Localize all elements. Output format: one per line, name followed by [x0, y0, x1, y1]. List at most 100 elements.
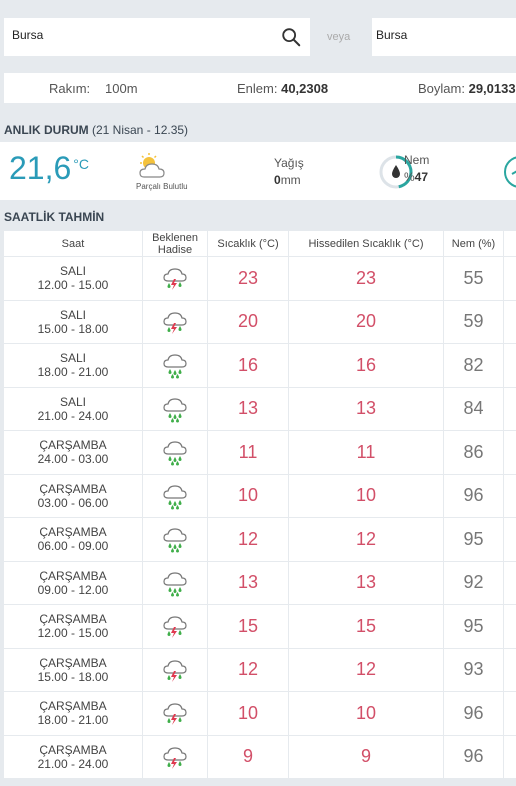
table-row: ÇARŞAMBA 03.00 - 06.00 10 10 96: [4, 474, 516, 518]
rain-icon: [161, 485, 189, 510]
thunderstorm-icon: [161, 747, 189, 769]
district-select-box: [372, 18, 516, 56]
humidity-label: Nem: [404, 153, 430, 167]
row-time-range: 12.00 - 15.00: [37, 626, 109, 641]
event-cell: [143, 387, 208, 431]
current-temperature-value: 21,6: [9, 150, 72, 186]
humidity-number: 47: [414, 170, 429, 184]
header-event: Beklenen Hadise: [143, 231, 208, 257]
row-time-range: 18.00 - 21.00: [37, 365, 109, 380]
table-row: SALI 15.00 - 18.00 20 20 59: [4, 300, 516, 344]
temperature-cell: 15: [208, 605, 289, 649]
table-row: ÇARŞAMBA 12.00 - 15.00 15 15 95: [4, 605, 516, 649]
feels-like-cell: 12: [289, 648, 444, 692]
humidity-cell: 84: [444, 387, 504, 431]
feels-like-cell: 9: [289, 735, 444, 779]
rain-value: 0mm: [274, 173, 301, 187]
extra-cell: [504, 692, 516, 736]
humidity-cell: 92: [444, 561, 504, 605]
feels-like-cell: 12: [289, 518, 444, 562]
extra-cell: [504, 431, 516, 475]
event-cell: [143, 518, 208, 562]
event-cell: [143, 257, 208, 301]
header-humidity: Nem (%): [444, 231, 504, 257]
feels-like-cell: 10: [289, 474, 444, 518]
row-time-range: 09.00 - 12.00: [37, 582, 109, 597]
location-info-bar: Rakım: 100m Enlem: 40,2308 Boylam: 29,01…: [4, 73, 516, 103]
row-day: ÇARŞAMBA: [39, 699, 107, 714]
humidity-cell: 96: [444, 474, 504, 518]
humidity-prefix: %: [404, 170, 415, 184]
search-icon[interactable]: [280, 26, 302, 48]
row-time-range: 15.00 - 18.00: [37, 669, 109, 684]
humidity-cell: 82: [444, 344, 504, 388]
hourly-forecast-title: SAATLİK TAHMİN: [4, 210, 105, 224]
time-cell: ÇARŞAMBA 15.00 - 18.00: [4, 648, 143, 692]
current-conditions-panel: 21,6 °C Parçalı Bulutlu Yağış 0mm Nem %47: [0, 142, 516, 200]
rain-icon: [161, 572, 189, 597]
current-temperature: 21,6 °C: [9, 150, 89, 187]
time-cell: SALI 12.00 - 15.00: [4, 257, 143, 301]
latitude-label: Enlem:: [237, 81, 278, 96]
humidity-cell: 93: [444, 648, 504, 692]
event-cell: [143, 648, 208, 692]
humidity-cell: 95: [444, 518, 504, 562]
extra-cell: [504, 518, 516, 562]
table-row: ÇARŞAMBA 06.00 - 09.00 12 12 95: [4, 518, 516, 562]
row-time-range: 15.00 - 18.00: [37, 321, 109, 336]
event-cell: [143, 692, 208, 736]
table-row: ÇARŞAMBA 15.00 - 18.00 12 12 93: [4, 648, 516, 692]
temperature-cell: 12: [208, 648, 289, 692]
droplet-icon: [392, 165, 400, 178]
temperature-cell: 9: [208, 735, 289, 779]
time-cell: ÇARŞAMBA 09.00 - 12.00: [4, 561, 143, 605]
row-time-range: 21.00 - 24.00: [37, 408, 109, 423]
feels-like-cell: 13: [289, 387, 444, 431]
current-conditions-title: ANLIK DURUM (21 Nisan - 12.35): [4, 123, 188, 137]
time-cell: ÇARŞAMBA 24.00 - 03.00: [4, 431, 143, 475]
rain-icon: [161, 528, 189, 553]
temperature-cell: 13: [208, 561, 289, 605]
thunderstorm-icon: [161, 268, 189, 291]
row-day: ÇARŞAMBA: [39, 568, 107, 583]
feels-like-cell: 11: [289, 431, 444, 475]
row-day: SALI: [59, 394, 86, 409]
rain-label: Yağış: [274, 156, 304, 170]
row-time-range: 21.00 - 24.00: [37, 756, 109, 771]
row-day: ÇARŞAMBA: [39, 438, 107, 453]
header-temperature: Sıcaklık (°C): [208, 231, 289, 257]
feels-like-cell: 13: [289, 561, 444, 605]
table-row: ÇARŞAMBA 18.00 - 21.00 10 10 96: [4, 692, 516, 736]
table-row: ÇARŞAMBA 09.00 - 12.00 13 13 92: [4, 561, 516, 605]
partly-cloudy-icon: [139, 153, 165, 178]
extra-cell: [504, 475, 516, 518]
city-search-input[interactable]: [12, 28, 272, 42]
feels-like-cell: 23: [289, 257, 444, 301]
event-cell: [143, 605, 208, 649]
thunderstorm-icon: [161, 312, 189, 334]
feels-like-cell: 10: [289, 692, 444, 736]
extra-cell: [504, 605, 516, 649]
row-day: ÇARŞAMBA: [39, 655, 107, 670]
temperature-cell: 20: [208, 300, 289, 344]
current-title-text: ANLIK DURUM: [4, 123, 89, 137]
extra-cell: [504, 301, 516, 344]
time-cell: ÇARŞAMBA 18.00 - 21.00: [4, 692, 143, 736]
row-time-range: 12.00 - 15.00: [37, 278, 109, 293]
district-input[interactable]: [376, 28, 516, 42]
humidity-cell: 55: [444, 257, 504, 301]
time-cell: ÇARŞAMBA 21.00 - 24.00: [4, 735, 143, 779]
rain-amount: 0: [274, 173, 281, 187]
temperature-cell: 10: [208, 692, 289, 736]
temperature-cell: 11: [208, 431, 289, 475]
feels-like-cell: 20: [289, 300, 444, 344]
row-day: SALI: [59, 351, 86, 366]
feels-like-cell: 15: [289, 605, 444, 649]
time-cell: SALI 21.00 - 24.00: [4, 387, 143, 431]
event-cell: [143, 474, 208, 518]
time-cell: ÇARŞAMBA 12.00 - 15.00: [4, 605, 143, 649]
table-row: ÇARŞAMBA 21.00 - 24.00 9 9 96: [4, 735, 516, 779]
temperature-cell: 16: [208, 344, 289, 388]
wind-gauge-icon: [504, 156, 516, 188]
row-day: ÇARŞAMBA: [39, 525, 107, 540]
